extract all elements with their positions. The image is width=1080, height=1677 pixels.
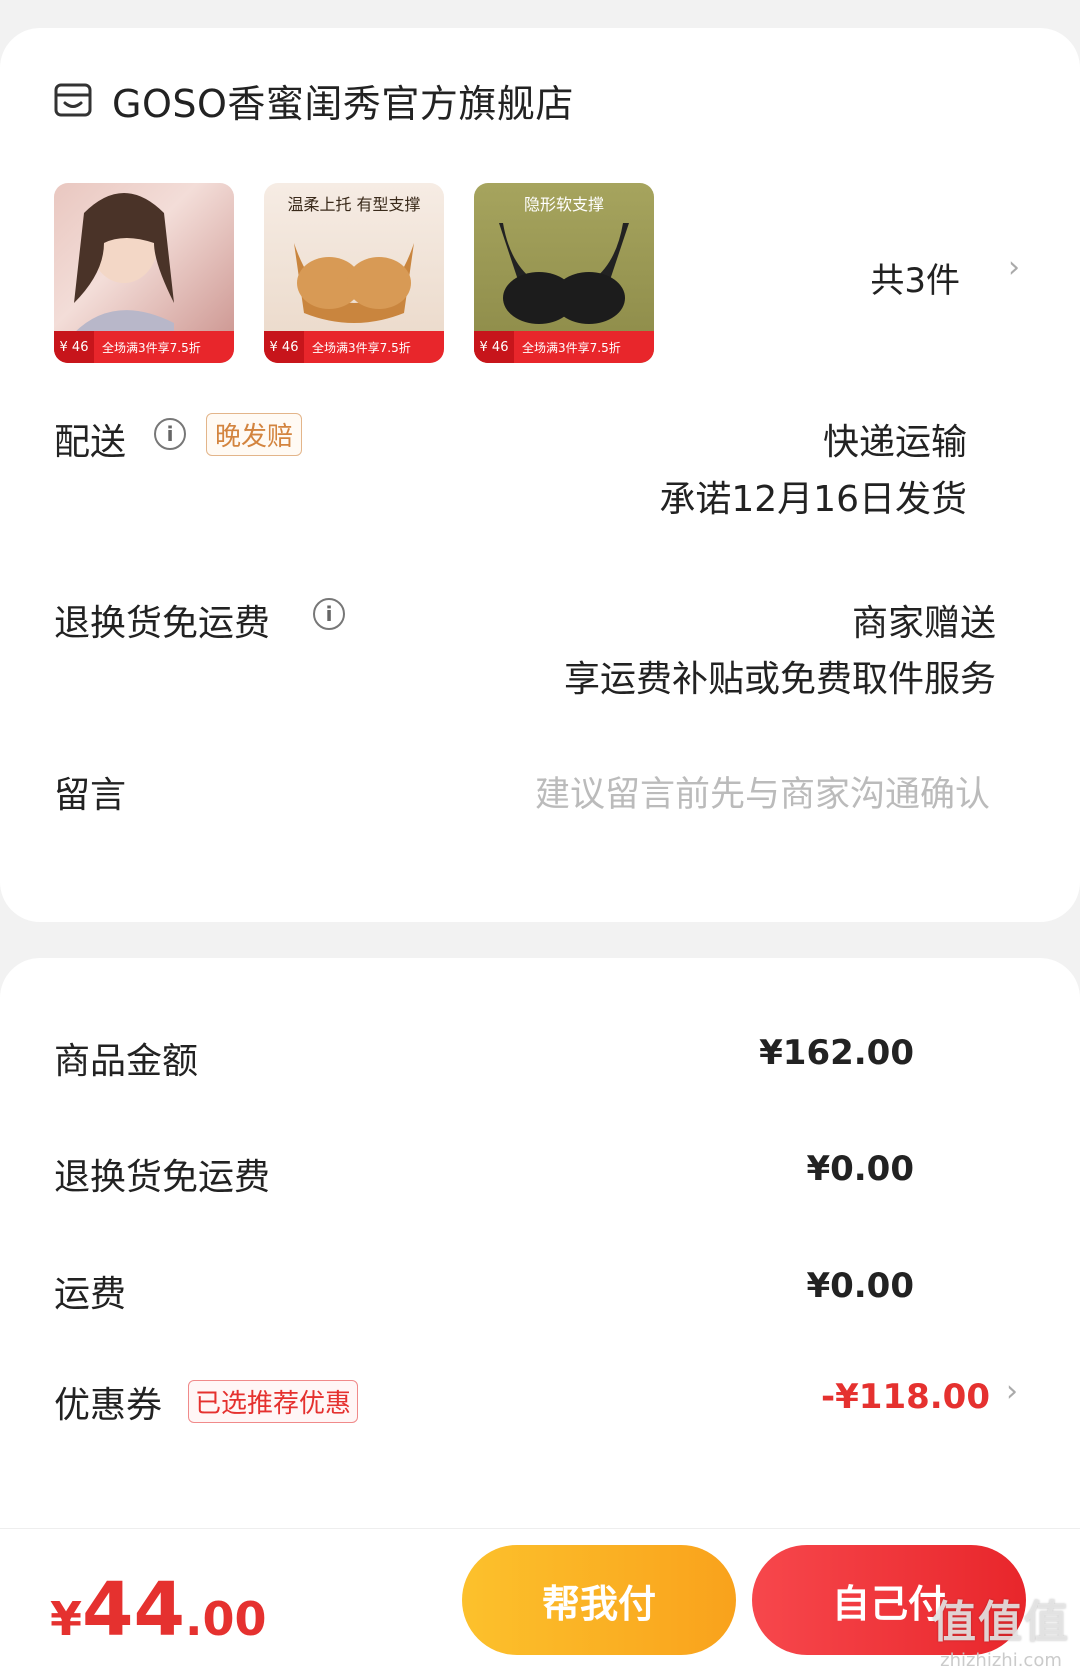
order-card: GOSO香蜜闺秀官方旗舰店 ¥ 46 全场满3件享7.5折 温柔上托 有型支撑 …	[0, 28, 1080, 922]
product-thumb-1[interactable]: ¥ 46 全场满3件享7.5折	[54, 183, 234, 363]
price-banner: ¥ 46 全场满3件享7.5折	[54, 331, 234, 363]
product-headline: 隐形软支撑	[524, 195, 605, 214]
store-icon	[54, 83, 92, 117]
price-summary-card: 商品金额 ¥162.00 退换货免运费 ¥0.00 运费 ¥0.00 优惠券 已…	[0, 958, 1080, 1558]
info-icon[interactable]: i	[154, 418, 186, 450]
store-name: GOSO香蜜闺秀官方旗舰店	[112, 81, 574, 126]
coupon-recommended-tag: 已选推荐优惠	[188, 1380, 359, 1423]
coupon-label: 优惠券	[54, 1385, 163, 1426]
product-image	[74, 193, 174, 333]
help-pay-button[interactable]: 帮我付	[462, 1545, 736, 1655]
coupon-value[interactable]: -¥118.00	[821, 1377, 990, 1417]
goods-amount-label: 商品金额	[54, 1041, 199, 1082]
product-headline: 温柔上托 有型支撑	[287, 195, 421, 214]
price-banner: ¥ 46 全场满3件享7.5折	[474, 331, 654, 363]
freight-value: ¥0.00	[806, 1266, 914, 1306]
return-shipping-label: 退换货免运费	[54, 603, 271, 644]
product-image	[294, 243, 414, 323]
store-header[interactable]: GOSO香蜜闺秀官方旗舰店	[54, 70, 574, 130]
return-fee-label: 退换货免运费	[54, 1157, 271, 1198]
goods-amount-value: ¥162.00	[759, 1033, 914, 1073]
return-shipping-desc: 享运费补贴或免费取件服务	[563, 659, 996, 700]
checkout-bar: ¥44.00 帮我付 自己付 值值值 zhizhizhi.com	[0, 1528, 1080, 1677]
chevron-right-icon[interactable]: ›	[1006, 1374, 1018, 1409]
chevron-right-icon[interactable]: ›	[1008, 250, 1020, 285]
watermark: 值值值 zhizhizhi.com	[932, 1597, 1070, 1671]
message-label: 留言	[54, 775, 127, 816]
item-count[interactable]: 共3件	[870, 253, 960, 302]
delivery-promise: 承诺12月16日发货	[659, 479, 967, 520]
late-compensation-tag: 晚发赔	[206, 413, 303, 456]
info-icon[interactable]: i	[313, 598, 345, 630]
product-thumb-3[interactable]: 隐形软支撑 ¥ 46 全场满3件享7.5折	[474, 183, 654, 363]
freight-label: 运费	[54, 1274, 127, 1315]
product-thumbnails[interactable]: ¥ 46 全场满3件享7.5折 温柔上托 有型支撑 ¥ 46 全场满3件享7.5…	[54, 183, 654, 363]
product-image	[499, 223, 629, 324]
return-shipping-value: 商家赠送	[851, 603, 996, 644]
message-input[interactable]: 建议留言前先与商家沟通确认	[535, 766, 990, 817]
price-banner: ¥ 46 全场满3件享7.5折	[264, 331, 444, 363]
delivery-label: 配送	[54, 422, 127, 463]
product-thumb-2[interactable]: 温柔上托 有型支撑 ¥ 46 全场满3件享7.5折	[264, 183, 444, 363]
delivery-method[interactable]: 快递运输	[823, 413, 967, 465]
return-fee-value: ¥0.00	[806, 1149, 914, 1189]
total-price: ¥44.00	[50, 1567, 267, 1653]
